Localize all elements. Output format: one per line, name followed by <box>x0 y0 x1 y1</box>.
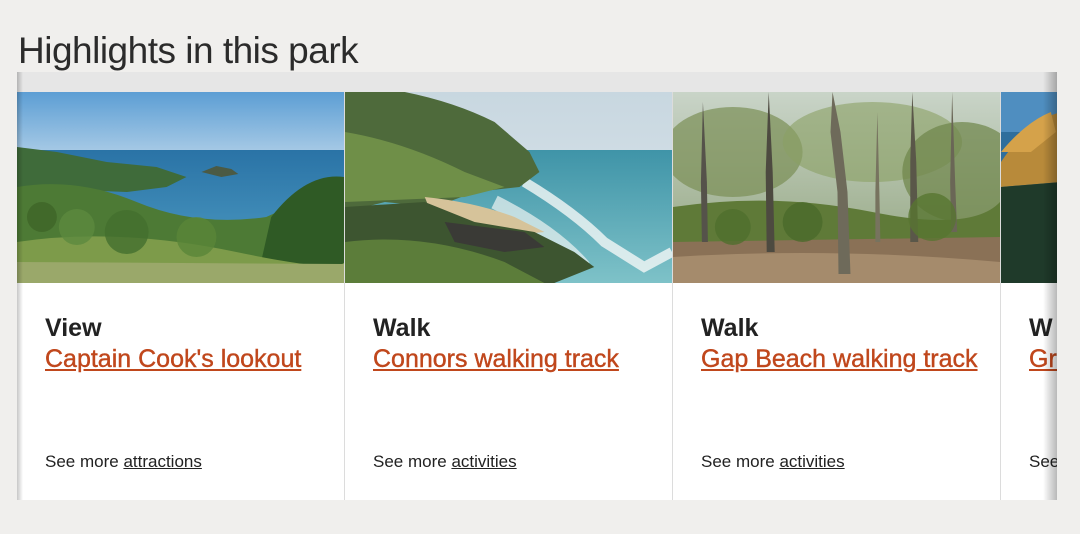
see-more-link[interactable]: attractions <box>123 452 201 471</box>
see-more: See <box>1029 452 1057 472</box>
card-image-link[interactable] <box>17 92 344 283</box>
see-more-prefix: See <box>1029 452 1057 471</box>
card-type: W <box>1029 314 1053 342</box>
see-more-link[interactable]: activities <box>451 452 516 471</box>
card-image-link[interactable] <box>345 92 672 283</box>
card-title-link[interactable]: Connors walking track <box>373 345 652 373</box>
highlights-carousel[interactable]: View Captain Cook's lookout See more att… <box>17 72 1057 500</box>
coastal-cliff-image <box>1001 92 1057 283</box>
see-more-link[interactable]: activities <box>779 452 844 471</box>
eucalyptus-forest-image <box>673 92 1000 283</box>
card-title-link[interactable]: Gr tra <box>1029 345 1057 373</box>
highlight-card: View Captain Cook's lookout See more att… <box>17 92 345 500</box>
highlight-card: Walk Connors walking track See more acti… <box>345 92 673 500</box>
highlight-card: Walk Gap Beach walking track See more ac… <box>673 92 1001 500</box>
coastal-lookout-image <box>17 92 344 283</box>
section-title: Highlights in this park <box>18 30 359 71</box>
card-title-link[interactable]: Gap Beach walking track <box>701 345 980 373</box>
see-more: See more activities <box>701 452 845 472</box>
highlight-card: W Gr tra See <box>1001 92 1057 500</box>
card-type: View <box>45 314 102 342</box>
see-more: See more activities <box>373 452 517 472</box>
card-image-link[interactable] <box>1001 92 1057 283</box>
card-type: Walk <box>373 314 431 342</box>
beach-headland-image <box>345 92 672 283</box>
card-title-link[interactable]: Captain Cook's lookout <box>45 345 324 373</box>
see-more-prefix: See more <box>701 452 775 471</box>
see-more-prefix: See more <box>373 452 447 471</box>
see-more: See more attractions <box>45 452 202 472</box>
carousel-track: View Captain Cook's lookout See more att… <box>17 92 1057 500</box>
see-more-prefix: See more <box>45 452 119 471</box>
card-image-link[interactable] <box>673 92 1000 283</box>
card-type: Walk <box>701 314 759 342</box>
